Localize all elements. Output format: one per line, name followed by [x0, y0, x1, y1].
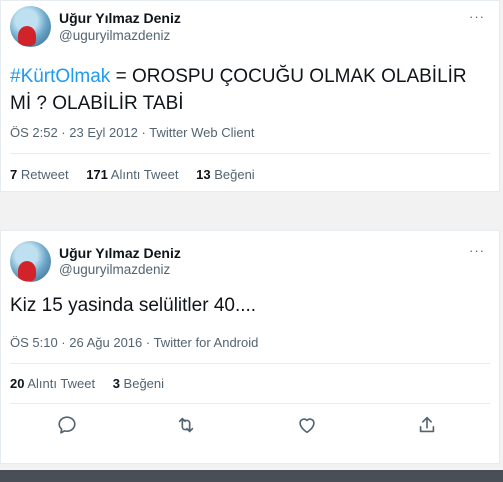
display-name[interactable]: Uğur Yılmaz Deniz: [59, 10, 181, 26]
retweet-count[interactable]: 7 Retweet: [10, 167, 69, 182]
engagement-stats: 7 Retweet 171 Alıntı Tweet 13 Beğeni: [10, 167, 269, 182]
like-count[interactable]: 3 Beğeni: [113, 376, 164, 391]
username-handle[interactable]: @uguryilmazdeniz: [59, 262, 170, 277]
hashtag-link[interactable]: #KürtOlmak: [10, 66, 110, 87]
more-options-icon[interactable]: ···: [469, 243, 485, 258]
tweet-text: #KürtOlmak = OROSPU ÇOCUĞU OLMAK OLABİLİ…: [10, 63, 490, 117]
divider: [10, 153, 490, 154]
divider: [10, 363, 490, 364]
more-options-icon[interactable]: ···: [469, 9, 485, 24]
retweet-icon[interactable]: [175, 414, 197, 436]
timestamp[interactable]: ÖS 5:10 · 26 Ağu 2016 · Twitter for Andr…: [10, 335, 258, 350]
tweet-text: Kiz 15 yasinda selülitler 40....: [10, 295, 257, 316]
tweet-card-1[interactable]: Uğur Yılmaz Deniz @uguryilmazdeniz ··· #…: [0, 0, 500, 192]
username-handle[interactable]: @uguryilmazdeniz: [59, 28, 170, 43]
like-count[interactable]: 13 Beğeni: [196, 167, 255, 182]
display-name[interactable]: Uğur Yılmaz Deniz: [59, 245, 181, 261]
bottom-bar: [0, 470, 503, 482]
avatar[interactable]: [10, 6, 51, 47]
quote-tweet-count[interactable]: 171 Alıntı Tweet: [86, 167, 178, 182]
engagement-stats: 20 Alıntı Tweet 3 Beğeni: [10, 376, 178, 391]
share-icon[interactable]: [416, 414, 438, 436]
like-icon[interactable]: [296, 414, 318, 436]
tweet-actions: [0, 414, 503, 436]
avatar[interactable]: [10, 241, 51, 282]
quote-tweet-count[interactable]: 20 Alıntı Tweet: [10, 376, 95, 391]
timestamp[interactable]: ÖS 2:52 · 23 Eyl 2012 · Twitter Web Clie…: [10, 125, 254, 140]
reply-icon[interactable]: [56, 414, 78, 436]
divider: [10, 403, 490, 404]
